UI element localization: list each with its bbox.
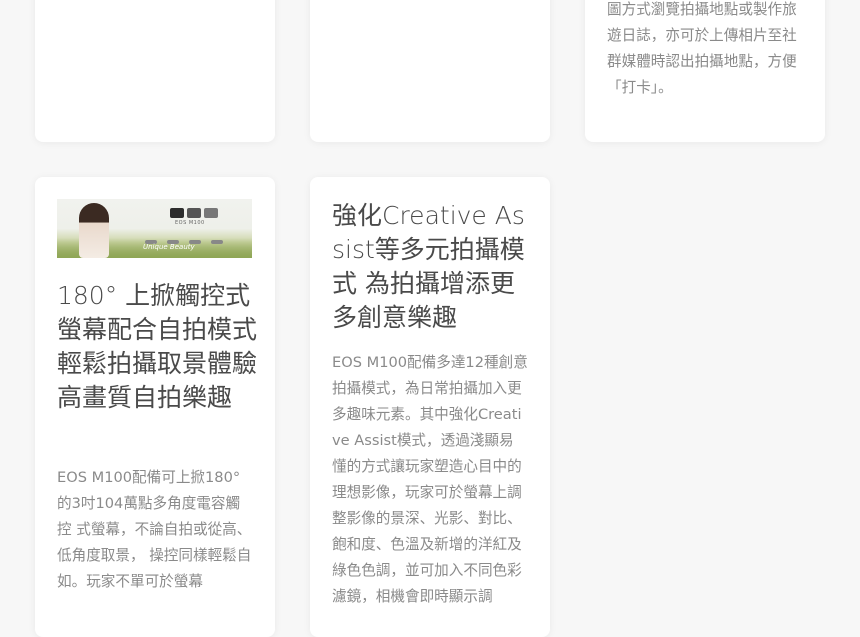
product-banner-image: EOS M100 Unique Beauty — [57, 199, 252, 258]
banner-slogan: Unique Beauty — [143, 243, 195, 251]
banner-brand: EOS M100 — [175, 220, 205, 226]
card-title: 強化Creative Assist等多元拍攝模式 為拍攝增添更多創意樂趣 — [332, 201, 525, 332]
feature-card-1 — [35, 0, 275, 142]
camera-black-icon — [170, 208, 184, 218]
camera-white-icon — [204, 208, 218, 218]
card-title: 180° 上掀觸控式螢幕配合自拍模式 輕鬆拍攝取景體驗高畫質自拍樂趣 — [57, 281, 258, 412]
feature-card-creative-assist: 強化Creative Assist等多元拍攝模式 為拍攝增添更多創意樂趣 EOS… — [310, 177, 550, 637]
banner-feature-icons — [145, 229, 245, 244]
card-description: 圖方式瀏覽拍攝地點或製作旅遊日誌，亦可於上傳相片至社群媒體時認出拍攝地點，方便「… — [607, 1, 797, 96]
model-figure — [79, 203, 109, 258]
feature-card-2 — [310, 0, 550, 142]
card-description: EOS M100配備可上掀180°的3吋104萬點多角度電容觸控 式螢幕，不論自… — [57, 469, 252, 590]
feature-card-flip-screen: EOS M100 Unique Beauty 180° 上掀觸控式螢幕配合自拍模… — [35, 177, 275, 637]
feature-card-3: 圖方式瀏覽拍攝地點或製作旅遊日誌，亦可於上傳相片至社群媒體時認出拍攝地點，方便「… — [585, 0, 825, 142]
camera-grey-icon — [187, 208, 201, 218]
card-description: EOS M100配備多達12種創意拍攝模式，為日常拍攝加入更多趣味元素。其中強化… — [332, 354, 528, 605]
